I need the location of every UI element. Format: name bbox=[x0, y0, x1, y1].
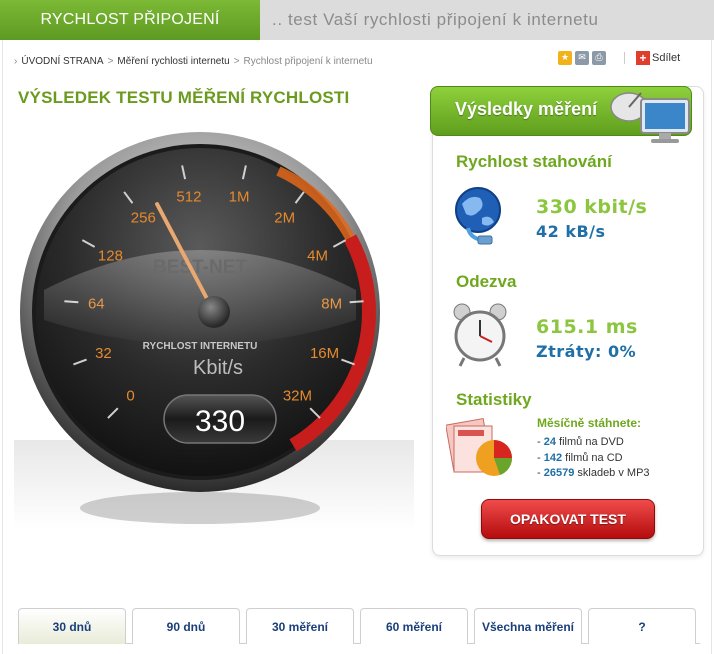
breadcrumb-current: Rychlost připojení k internetu bbox=[243, 56, 373, 67]
alarm-clock-icon bbox=[453, 303, 507, 367]
share-button[interactable]: + Sdílet bbox=[636, 51, 680, 65]
breadcrumb-arrow-icon: › bbox=[14, 56, 18, 67]
gauge-scale-label: 256 bbox=[131, 210, 156, 227]
gauge-scale-label: 32M bbox=[283, 387, 312, 404]
stats-line-mp3: - 26579 skladeb v MP3 bbox=[537, 467, 650, 479]
header-tab[interactable]: RYCHLOST PŘIPOJENÍ bbox=[0, 0, 260, 40]
breadcrumb-separator: > bbox=[107, 56, 114, 67]
header-subtitle: .. test Vaší rychlosti připojení k inter… bbox=[272, 10, 599, 29]
mail-icon[interactable]: ✉ bbox=[575, 51, 589, 65]
stats-line-dvd: - 24 filmů na DVD bbox=[537, 436, 624, 448]
tab-help[interactable]: ? bbox=[588, 608, 696, 644]
ping-title: Odezva bbox=[456, 272, 517, 291]
tab-60-measurements[interactable]: 60 měření bbox=[360, 608, 468, 644]
results-panel-header: Výsledky měření bbox=[430, 86, 692, 143]
pie-chart-icon bbox=[446, 418, 512, 476]
star-icon[interactable]: ★ bbox=[558, 51, 572, 65]
stats-title: Statistiky bbox=[456, 390, 532, 409]
gauge-scale-label: 0 bbox=[126, 387, 134, 404]
gauge-value: 330 bbox=[195, 405, 245, 438]
tab-all-measurements[interactable]: Všechna měření bbox=[474, 608, 582, 644]
ping-ms-value: 615.1 ms bbox=[536, 316, 638, 338]
repeat-test-button[interactable]: OPAKOVAT TEST bbox=[481, 499, 655, 539]
breadcrumb-speed-test[interactable]: Měření rychlosti internetu bbox=[117, 56, 229, 67]
plus-icon: + bbox=[636, 51, 650, 65]
share-icons: ★ ✉ ⎙ bbox=[558, 51, 606, 65]
gauge-caption: RYCHLOST INTERNETU bbox=[143, 341, 258, 352]
globe-network-icon bbox=[455, 187, 501, 245]
gauge-scale-label: 16M bbox=[310, 345, 339, 362]
print-icon[interactable]: ⎙ bbox=[592, 51, 606, 65]
gauge-unit: Kbit/s bbox=[193, 357, 243, 379]
gauge-needle-cap bbox=[198, 296, 230, 328]
satellite-monitor-icon bbox=[610, 92, 690, 143]
page-title: VÝSLEDEK TESTU MĚŘENÍ RYCHLOSTI bbox=[18, 88, 350, 107]
ping-loss-value: Ztráty: 0% bbox=[536, 342, 637, 361]
download-kbit-value: 330 kbit/s bbox=[536, 196, 648, 218]
gauge-scale-label: 2M bbox=[274, 210, 295, 227]
tab-90-days[interactable]: 90 dnů bbox=[132, 608, 240, 644]
gauge-scale-label: 512 bbox=[176, 189, 201, 206]
gauge-scale-label: 32 bbox=[95, 345, 112, 362]
download-title: Rychlost stahování bbox=[456, 152, 612, 171]
speed-gauge: 032641282565121M2M4M8M16M32M BEST-NET RY… bbox=[14, 120, 414, 530]
gauge-svg: 032641282565121M2M4M8M16M32M BEST-NET RY… bbox=[14, 132, 414, 530]
breadcrumb-separator: > bbox=[233, 56, 240, 67]
divider bbox=[624, 52, 625, 64]
gauge-shadow bbox=[80, 492, 320, 524]
results-panel-title: Výsledky měření bbox=[455, 99, 598, 119]
breadcrumb: › ÚVODNÍ STRANA > Měření rychlosti inter… bbox=[14, 56, 373, 67]
tab-30-days[interactable]: 30 dnů bbox=[18, 608, 126, 644]
history-tabs: 30 dnů 90 dnů 30 měření 60 měření Všechn… bbox=[18, 608, 696, 644]
gauge-brand: BEST-NET bbox=[153, 257, 247, 278]
share-label: Sdílet bbox=[652, 52, 681, 64]
download-kb-value: 42 kB/s bbox=[536, 222, 606, 241]
gauge-scale-label: 4M bbox=[307, 247, 328, 264]
stats-heading: Měsíčně stáhnete: bbox=[537, 416, 642, 430]
breadcrumb-home[interactable]: ÚVODNÍ STRANA bbox=[21, 56, 103, 67]
gauge-scale-label: 1M bbox=[229, 189, 250, 206]
tab-30-measurements[interactable]: 30 měření bbox=[246, 608, 354, 644]
site-header: RYCHLOST PŘIPOJENÍ .. test Vaší rychlost… bbox=[0, 0, 714, 40]
stats-line-cd: - 142 filmů na CD bbox=[537, 452, 623, 464]
